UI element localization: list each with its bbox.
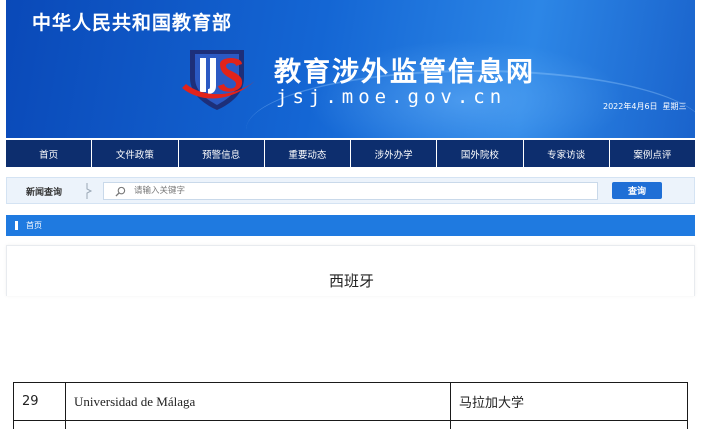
search-button[interactable]: 查询 [612, 182, 662, 199]
date-text: 2022年4月6日 [603, 102, 658, 111]
nav-item-news[interactable]: 重要动态 [265, 140, 351, 167]
page-title: 西班牙 [328, 272, 374, 290]
current-date: 2022年4月6日 星期三 [603, 101, 687, 112]
table-cell [13, 420, 66, 429]
nav-item-warning[interactable]: 预警信息 [179, 140, 265, 167]
breadcrumb-home-link[interactable]: 首页 [26, 220, 42, 231]
content-panel: 西班牙 [6, 245, 695, 296]
breadcrumb: 首页 [6, 215, 695, 236]
site-title: 教育涉外监管信息网 [274, 57, 535, 88]
table-row-partial [13, 420, 688, 429]
search-field[interactable] [103, 182, 598, 200]
header-banner: 中华人民共和国教育部 教育涉外监管信息网 jsj.moe.gov.cn 2022… [6, 0, 695, 138]
search-icon [115, 186, 126, 197]
table-cell [65, 420, 451, 429]
ministry-name: 中华人民共和国教育部 [32, 12, 233, 34]
jsj-shield-logo-icon [182, 50, 256, 110]
search-bar: 新闻查询 查询 [6, 177, 695, 204]
university-name: Universidad de Málaga [65, 382, 451, 421]
row-number: 29 [13, 382, 66, 421]
search-input[interactable] [134, 183, 589, 199]
main-nav: 首页 文件政策 预警信息 重要动态 涉外办学 国外院校 专家访谈 案例点评 [6, 140, 695, 167]
breadcrumb-marker [15, 221, 18, 230]
university-table: 29 Universidad de Málaga 马拉加大学 [13, 382, 688, 429]
chevron-divider-icon [86, 183, 93, 199]
nav-item-foreign-schools[interactable]: 涉外办学 [351, 140, 438, 167]
nav-item-home[interactable]: 首页 [6, 140, 93, 167]
nav-item-interviews[interactable]: 专家访谈 [524, 140, 610, 167]
nav-item-policy[interactable]: 文件政策 [92, 140, 179, 167]
table-row: 29 Universidad de Málaga 马拉加大学 [13, 382, 688, 421]
table-cell [450, 420, 688, 429]
weekday-text: 星期三 [662, 102, 687, 111]
nav-item-foreign-institutions[interactable]: 国外院校 [437, 140, 524, 167]
site-domain: jsj.moe.gov.cn [276, 86, 507, 108]
search-label: 新闻查询 [26, 188, 63, 198]
nav-item-cases[interactable]: 案例点评 [610, 140, 695, 167]
university-name-cn: 马拉加大学 [450, 382, 688, 421]
